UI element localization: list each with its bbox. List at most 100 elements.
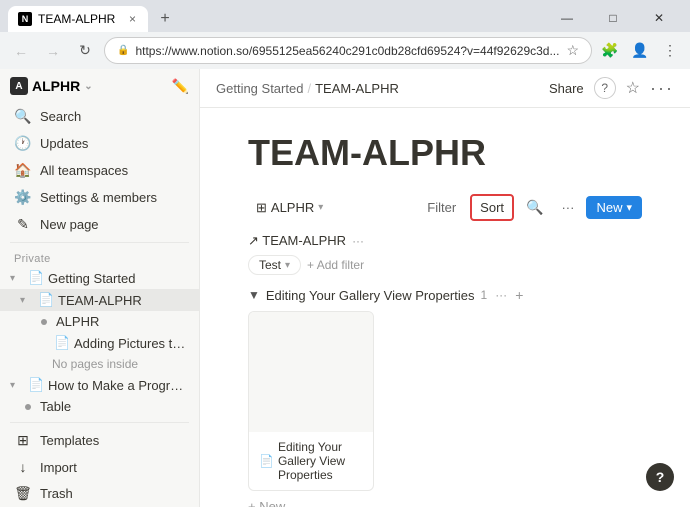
new-item-button[interactable]: + New (248, 491, 642, 507)
group-title: Editing Your Gallery View Properties (266, 288, 475, 303)
filter-tag-chevron-icon: ▾ (285, 260, 290, 271)
more-db-options-button[interactable]: ··· (555, 196, 580, 219)
sidebar-item-search[interactable]: 🔍 Search (4, 104, 195, 129)
tree-item-label: How to Make a Progress... (48, 378, 189, 393)
sort-button[interactable]: Sort (470, 194, 514, 221)
help-button[interactable]: ? (646, 463, 674, 491)
gallery-section-header: ↗ TEAM-ALPHR ··· (248, 233, 642, 249)
gallery-card[interactable]: 📄 Editing Your Gallery View Properties (248, 311, 374, 491)
workspace-label: ALPHR (32, 78, 80, 94)
gallery-grid: 📄 Editing Your Gallery View Properties (248, 311, 642, 491)
new-label: New (596, 200, 622, 215)
search-icon: 🔍 (14, 108, 32, 125)
sidebar-item-how-to-progress[interactable]: ▾ 📄 How to Make a Progress... (0, 374, 199, 396)
page-content: TEAM-ALPHR ⊞ ALPHR ▾ Filter Sort 🔍 ··· N… (200, 108, 690, 507)
tree-toggle-icon: ▾ (10, 380, 24, 391)
sidebar-item-team-alphr[interactable]: ▾ 📄 TEAM-ALPHR (0, 289, 199, 311)
sidebar-toggle-button[interactable]: ✏️ (172, 78, 189, 95)
breadcrumb: Getting Started / TEAM-ALPHR (216, 81, 549, 96)
group-toggle-icon[interactable]: ▼ (248, 288, 260, 302)
breadcrumb-team-alphr[interactable]: TEAM-ALPHR (315, 81, 399, 96)
sidebar-item-templates[interactable]: ⊞ Templates (4, 428, 195, 453)
sidebar-divider (10, 242, 189, 243)
sidebar-item-new-page[interactable]: ✎ New page (4, 212, 195, 237)
add-filter-button[interactable]: + Add filter (307, 258, 364, 272)
bullet-icon (25, 404, 31, 410)
sidebar-item-trash[interactable]: 🗑 Trash (4, 481, 195, 506)
extensions-button[interactable]: 🧩 (598, 39, 622, 63)
sidebar-item-no-pages: No pages inside (0, 354, 199, 374)
card-image (249, 312, 373, 432)
tree-toggle-icon: ▾ (20, 295, 34, 306)
back-button[interactable]: ← (8, 38, 34, 64)
trash-icon: 🗑 (14, 485, 32, 502)
star-button[interactable]: ☆ (626, 78, 640, 98)
maximize-button[interactable]: □ (590, 4, 636, 32)
new-page-label: New page (40, 217, 99, 232)
workspace-chevron-icon: ⌄ (84, 81, 92, 92)
browser-chrome: N TEAM-ALPHR × + — □ ✕ ← → ↻ 🔒 https://w… (0, 0, 690, 69)
search-label: Search (40, 109, 81, 124)
more-options-button[interactable]: ⋮ (658, 39, 682, 63)
more-options-icon[interactable]: ··· (650, 78, 674, 99)
forward-button[interactable]: → (40, 38, 66, 64)
search-button[interactable]: 🔍 (520, 195, 549, 220)
card-body: 📄 Editing Your Gallery View Properties (249, 432, 373, 490)
filter-tag-label: Test (259, 258, 281, 272)
breadcrumb-getting-started[interactable]: Getting Started (216, 81, 303, 96)
teamspaces-icon: 🏠 (14, 162, 32, 179)
page-title: TEAM-ALPHR (248, 132, 642, 174)
tree-item-label: Getting Started (48, 271, 135, 286)
top-bar-actions: Share ? ☆ ··· (549, 77, 674, 99)
help-icon[interactable]: ? (594, 77, 616, 99)
address-bar[interactable]: 🔒 https://www.notion.so/6955125ea56240c2… (104, 37, 592, 64)
address-bar-row: ← → ↻ 🔒 https://www.notion.so/6955125ea5… (0, 32, 690, 69)
address-text: https://www.notion.so/6955125ea56240c291… (135, 44, 560, 58)
sidebar-item-adding-pictures[interactable]: 📄 Adding Pictures to Yo... (0, 332, 199, 354)
section-more-button[interactable]: ··· (352, 234, 364, 248)
updates-label: Updates (40, 136, 88, 151)
sidebar-item-getting-started[interactable]: ▾ 📄 Getting Started (0, 267, 199, 289)
profile-button[interactable]: 👤 (628, 39, 652, 63)
sidebar-item-all-teamspaces[interactable]: 🏠 All teamspaces (4, 158, 195, 183)
tree-toggle-icon: ▾ (10, 273, 24, 284)
sidebar-item-settings[interactable]: ⚙️ Settings & members (4, 185, 195, 210)
sidebar-header: A ALPHR ⌄ ✏️ (0, 69, 199, 103)
new-tab-button[interactable]: + (152, 6, 178, 32)
bullet-icon (41, 319, 47, 325)
sidebar-item-alphr[interactable]: ALPHR (0, 311, 199, 332)
share-button[interactable]: Share (549, 81, 584, 96)
settings-label: Settings & members (40, 190, 157, 205)
workspace-icon: A (10, 77, 28, 95)
group-add-button[interactable]: + (515, 287, 523, 303)
sidebar-item-import[interactable]: ↓ Import (4, 455, 195, 479)
new-page-icon: ✎ (14, 216, 32, 233)
sidebar-item-table[interactable]: Table (0, 396, 199, 417)
card-page-icon: 📄 (259, 454, 274, 468)
page-icon: 📄 (38, 292, 54, 308)
group-more-button[interactable]: ··· (495, 288, 507, 302)
star-icon[interactable]: ☆ (566, 42, 579, 59)
test-filter-tag[interactable]: Test ▾ (248, 255, 301, 275)
close-button[interactable]: ✕ (636, 4, 682, 32)
filter-button[interactable]: Filter (419, 196, 464, 219)
sidebar-divider-2 (10, 422, 189, 423)
templates-icon: ⊞ (14, 432, 32, 449)
top-bar: Getting Started / TEAM-ALPHR Share ? ☆ ·… (200, 69, 690, 108)
page-icon: 📄 (54, 335, 70, 351)
workspace-name[interactable]: A ALPHR ⌄ (10, 77, 93, 95)
db-view-selector[interactable]: ⊞ ALPHR ▾ (248, 196, 331, 220)
new-entry-button[interactable]: New ▾ (586, 196, 642, 219)
import-icon: ↓ (14, 459, 32, 475)
tree-item-label: Table (40, 399, 71, 414)
tab-close-button[interactable]: × (127, 12, 138, 26)
tree-item-label: ALPHR (56, 314, 99, 329)
refresh-button[interactable]: ↻ (72, 38, 98, 64)
minimize-button[interactable]: — (544, 4, 590, 32)
import-label: Import (40, 460, 77, 475)
sidebar-item-updates[interactable]: 🕐 Updates (4, 131, 195, 156)
db-view-name: ALPHR (271, 200, 314, 215)
active-tab[interactable]: N TEAM-ALPHR × (8, 6, 148, 32)
lock-icon: 🔒 (117, 45, 129, 56)
gallery-section-title: ↗ TEAM-ALPHR (248, 233, 346, 249)
